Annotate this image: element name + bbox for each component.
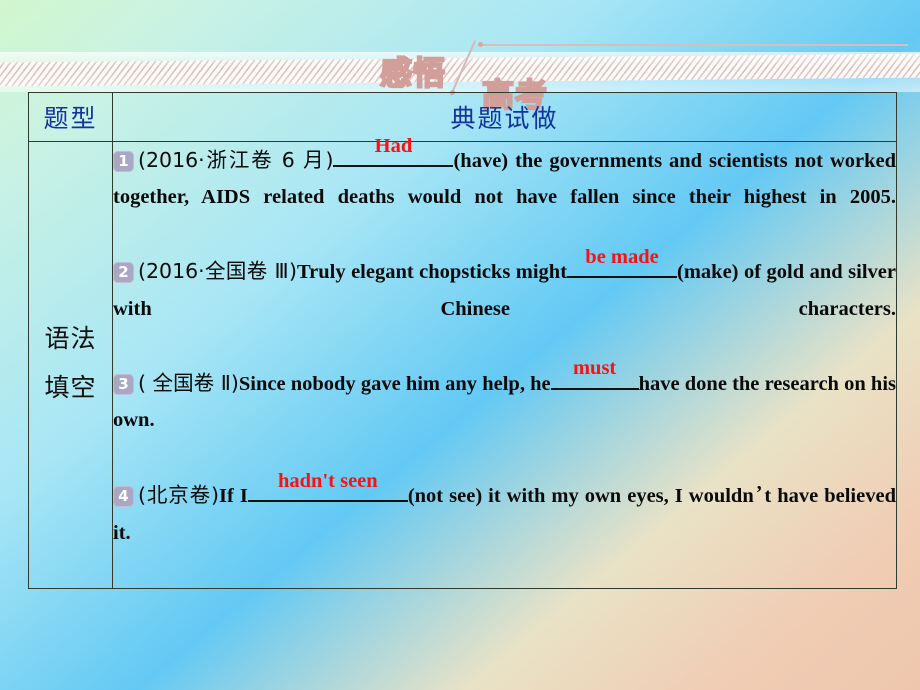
answer-text-4: hadn't seen	[277, 469, 378, 492]
cell-question-type: 语法 填空	[28, 141, 113, 589]
content-table: 题型 典题试做 语法 填空 1 (2016·浙江卷 6 月) Had (have) t…	[28, 92, 897, 589]
answer-blank-4[interactable]: hadn't seen	[247, 470, 408, 503]
question-type-line-2: 填空	[44, 374, 97, 402]
question-source-3: ( 全国卷 Ⅱ)	[138, 370, 239, 395]
banner-title-left: 感悟	[379, 53, 447, 93]
question-number-badge: 2	[113, 262, 134, 284]
answer-text-2: be made	[585, 245, 659, 268]
banner-rule-line	[478, 44, 908, 46]
question-text-before-4: If I	[219, 485, 248, 508]
answer-blank-2[interactable]: be made	[567, 246, 678, 279]
question-source-2: (2016·全国卷 Ⅲ)	[138, 259, 297, 284]
table-header-row: 题型 典题试做	[28, 92, 897, 142]
header-cell-sample-questions: 典题试做	[112, 92, 897, 142]
apostrophe-glyph: ’	[755, 482, 763, 505]
table-row: 语法 填空 1 (2016·浙江卷 6 月) Had (have) the gover…	[28, 135, 897, 589]
question-text-before-3: Since nobody gave him any help, he	[238, 372, 551, 395]
answer-blank-1[interactable]: Had	[333, 135, 454, 167]
question-number-badge: 3	[113, 373, 134, 395]
question-item-2: 2 (2016·全国卷 Ⅲ)Truly elegant chopsticks mi…	[113, 246, 896, 363]
decorative-banner: 感悟 高考	[0, 40, 920, 115]
banner-dot-icon	[478, 42, 483, 47]
question-source-4: (北京卷)	[138, 483, 220, 508]
answer-text-3: must	[572, 357, 617, 380]
question-item-4: 4 (北京卷)If I hadn't seen (not see) it with m…	[113, 470, 896, 587]
header-cell-question-type: 题型	[28, 92, 113, 142]
question-item-1: 1 (2016·浙江卷 6 月) Had (have) the governments…	[113, 135, 896, 252]
slide-canvas: 感悟 高考 题型 典题试做 语法 填空 1(2016·浙江卷 6 月) Had	[0, 0, 920, 690]
question-type-line-1: 语法	[44, 326, 97, 354]
question-number-badge: 4	[113, 486, 134, 508]
question-text-before-2: Truly elegant chopsticks might	[296, 261, 568, 284]
question-source-1: (2016·浙江卷 6 月)	[138, 148, 334, 172]
answer-text-1: Had	[374, 134, 413, 157]
answer-blank-3[interactable]: must	[550, 357, 639, 390]
question-text-4: (not see) it with my own eyes, I wouldn	[407, 485, 754, 508]
cell-questions: 1 (2016·浙江卷 6 月) Had (have) the governments…	[112, 135, 897, 589]
question-number-badge: 1	[113, 151, 134, 172]
question-item-3: 3( 全国卷 Ⅱ)Since nobody gave him any help,…	[113, 357, 896, 475]
